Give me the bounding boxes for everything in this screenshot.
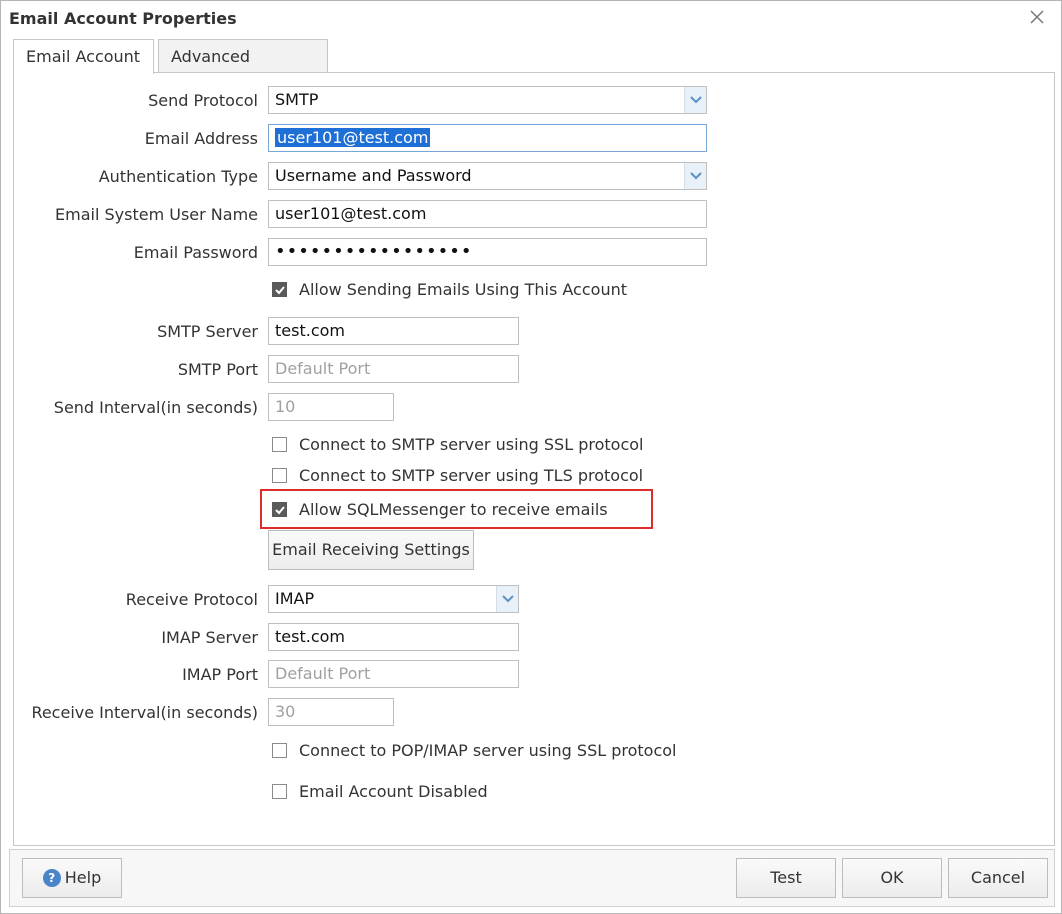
chevron-down-icon (690, 96, 702, 104)
receive-protocol-label: Receive Protocol (125, 590, 258, 609)
help-button[interactable]: ? Help (22, 858, 122, 898)
account-disabled-checkbox-row[interactable]: Email Account Disabled (272, 782, 488, 804)
smtp-ssl-label: Connect to SMTP server using SSL protoco… (299, 435, 644, 454)
tab-bar: Email Account Advanced Options (13, 39, 1053, 100)
smtp-tls-checkbox[interactable] (272, 468, 287, 483)
tab-email-account[interactable]: Email Account (13, 39, 154, 74)
smtp-ssl-checkbox-row[interactable]: Connect to SMTP server using SSL protoco… (272, 435, 643, 457)
allow-receive-label: Allow SQLMessenger to receive emails (299, 500, 608, 519)
account-disabled-label: Email Account Disabled (299, 782, 488, 801)
email-address-value: user101@test.com (275, 128, 431, 147)
checkmark-icon (275, 286, 285, 295)
email-receiving-settings-button[interactable]: Email Receiving Settings (268, 530, 474, 570)
send-interval-label: Send Interval(in seconds) (53, 398, 258, 417)
imap-ssl-checkbox-row[interactable]: Connect to POP/IMAP server using SSL pro… (272, 741, 677, 763)
imap-server-input[interactable]: test.com (268, 623, 519, 651)
help-button-label: Help (64, 868, 102, 887)
smtp-tls-checkbox-row[interactable]: Connect to SMTP server using TLS protoco… (272, 466, 643, 488)
send-protocol-dropdown-button[interactable] (684, 87, 706, 113)
email-address-input[interactable]: user101@test.com (268, 124, 707, 152)
allow-sending-checkbox[interactable] (272, 282, 287, 297)
account-disabled-checkbox[interactable] (272, 784, 287, 799)
dialog-title: Email Account Properties (9, 9, 237, 28)
close-button[interactable] (1027, 7, 1047, 27)
smtp-tls-label: Connect to SMTP server using TLS protoco… (299, 466, 644, 485)
checkmark-icon (275, 506, 285, 515)
close-icon (1030, 10, 1044, 24)
help-icon: ? (42, 869, 61, 887)
receive-interval-label: Receive Interval(in seconds) (31, 703, 258, 722)
cancel-button[interactable]: Cancel (948, 858, 1048, 898)
smtp-server-label: SMTP Server (157, 322, 258, 341)
allow-sending-label: Allow Sending Emails Using This Account (299, 280, 627, 299)
send-protocol-label: Send Protocol (148, 91, 258, 110)
smtp-port-label: SMTP Port (177, 360, 258, 379)
system-user-name-label: Email System User Name (55, 205, 258, 224)
system-user-name-input[interactable]: user101@test.com (268, 200, 707, 228)
imap-port-label: IMAP Port (182, 665, 258, 684)
imap-port-input[interactable]: Default Port (268, 660, 519, 688)
receive-protocol-dropdown-button[interactable] (496, 586, 518, 612)
authentication-type-dropdown-button[interactable] (684, 163, 706, 189)
email-account-properties-dialog: Email Account Properties Email Account A… (0, 0, 1062, 914)
imap-ssl-label: Connect to POP/IMAP server using SSL pro… (299, 741, 677, 760)
send-interval-input[interactable]: 10 (268, 393, 394, 421)
send-protocol-value: SMTP (275, 90, 319, 109)
test-button[interactable]: Test (736, 858, 836, 898)
smtp-ssl-checkbox[interactable] (272, 437, 287, 452)
imap-ssl-checkbox[interactable] (272, 743, 287, 758)
authentication-type-label: Authentication Type (98, 167, 258, 186)
allow-sending-checkbox-row[interactable]: Allow Sending Emails Using This Account (272, 280, 627, 302)
authentication-type-value: Username and Password (275, 166, 472, 185)
ok-button[interactable]: OK (842, 858, 942, 898)
receive-interval-input[interactable]: 30 (268, 698, 394, 726)
send-protocol-select[interactable]: SMTP (268, 86, 707, 114)
allow-receive-checkbox-row[interactable]: Allow SQLMessenger to receive emails (272, 500, 608, 522)
tab-advanced-options[interactable]: Advanced Options (158, 39, 328, 100)
authentication-type-select[interactable]: Username and Password (268, 162, 707, 190)
email-password-input[interactable]: ••••••••••••••••• (268, 238, 707, 266)
title-bar: Email Account Properties (1, 1, 1061, 37)
receive-protocol-value: IMAP (275, 589, 315, 608)
receive-protocol-select[interactable]: IMAP (268, 585, 519, 613)
dialog-footer: ? Help Test OK Cancel (9, 849, 1055, 907)
chevron-down-icon (502, 595, 514, 603)
email-address-label: Email Address (144, 129, 258, 148)
smtp-server-input[interactable]: test.com (268, 317, 519, 345)
imap-server-label: IMAP Server (161, 628, 258, 647)
smtp-port-input[interactable]: Default Port (268, 355, 519, 383)
email-account-panel: Send Protocol SMTP Email Address user101… (13, 72, 1055, 846)
chevron-down-icon (690, 172, 702, 180)
allow-receive-checkbox[interactable] (272, 502, 287, 517)
email-password-label: Email Password (133, 243, 258, 262)
